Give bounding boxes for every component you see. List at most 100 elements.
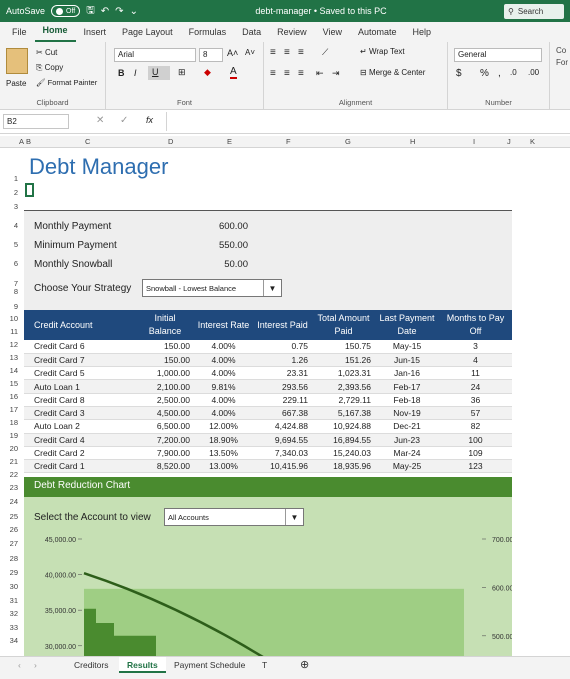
tab-data[interactable]: Data [234, 27, 269, 42]
row-header-24[interactable]: 24 [0, 497, 18, 506]
document-title[interactable]: debt-manager • Saved to this PC [144, 6, 498, 16]
decrease-decimal-icon[interactable]: .00 [528, 68, 539, 77]
tab-review[interactable]: Review [269, 27, 315, 42]
column-header-j[interactable]: J [507, 137, 511, 146]
autosave-toggle[interactable]: Off [51, 5, 81, 17]
decrease-indent-icon[interactable]: ⇤ [316, 68, 324, 79]
column-header-k[interactable]: K [530, 137, 535, 146]
row-header-29[interactable]: 29 [0, 568, 18, 577]
monthly-payment-value[interactable]: 600.00 [188, 221, 248, 232]
align-right-icon[interactable]: ≡ [298, 68, 304, 79]
align-left-icon[interactable]: ≡ [270, 68, 276, 79]
font-color-icon[interactable]: A [230, 66, 237, 79]
increase-decimal-icon[interactable]: .0 [510, 68, 517, 77]
row-header-8[interactable]: 8 [0, 287, 18, 296]
format-as-table-button[interactable]: For [556, 58, 568, 67]
align-bottom-icon[interactable]: ≡ [298, 47, 304, 58]
tab-home[interactable]: Home [34, 25, 76, 42]
row-header-9[interactable]: 9 [0, 302, 18, 311]
tab-automate[interactable]: Automate [350, 27, 405, 42]
align-center-icon[interactable]: ≡ [284, 68, 290, 79]
row-header-1[interactable]: 1 [0, 174, 18, 183]
column-header-d[interactable]: D [168, 137, 173, 146]
row-header-19[interactable]: 19 [0, 431, 18, 440]
tab-page-layout[interactable]: Page Layout [114, 27, 181, 42]
cancel-icon[interactable]: ✕ [96, 115, 104, 126]
row-header-31[interactable]: 31 [0, 596, 18, 605]
row-header-11[interactable]: 11 [0, 327, 18, 336]
row-header-16[interactable]: 16 [0, 392, 18, 401]
sheet-tab-results[interactable]: Results [119, 657, 166, 673]
italic-button[interactable]: I [134, 68, 137, 78]
tab-file[interactable]: File [4, 27, 35, 42]
redo-icon[interactable]: ↷ [115, 6, 123, 17]
column-header-a[interactable]: A [19, 137, 24, 146]
tab-insert[interactable]: Insert [76, 27, 115, 42]
row-header-26[interactable]: 26 [0, 525, 18, 534]
row-header-18[interactable]: 18 [0, 418, 18, 427]
copy-button[interactable]: ⎘ Copy [36, 63, 63, 73]
row-header-34[interactable]: 34 [0, 636, 18, 645]
tab-view[interactable]: View [315, 27, 350, 42]
save-icon[interactable]: 🖫 [86, 3, 95, 20]
row-header-17[interactable]: 17 [0, 405, 18, 414]
wrap-text-button[interactable]: ↵ Wrap Text [360, 47, 405, 56]
selected-cell-b2[interactable] [25, 183, 34, 197]
row-header-28[interactable]: 28 [0, 554, 18, 563]
row-header-20[interactable]: 20 [0, 444, 18, 453]
row-header-22[interactable]: 22 [0, 470, 18, 479]
row-header-30[interactable]: 30 [0, 582, 18, 591]
row-header-10[interactable]: 10 [0, 314, 18, 323]
paste-icon[interactable] [6, 48, 28, 74]
bold-button[interactable]: B [118, 68, 125, 78]
currency-icon[interactable]: $ [456, 68, 462, 79]
row-header-13[interactable]: 13 [0, 353, 18, 362]
chevron-down-icon[interactable]: ▼ [285, 509, 303, 525]
row-header-21[interactable]: 21 [0, 457, 18, 466]
borders-icon[interactable]: ⊞ [178, 67, 186, 78]
row-header-25[interactable]: 25 [0, 512, 18, 521]
row-header-33[interactable]: 33 [0, 623, 18, 632]
formula-input[interactable] [166, 112, 570, 131]
row-header-6[interactable]: 6 [0, 259, 18, 268]
row-header-2[interactable]: 2 [0, 188, 18, 197]
comma-icon[interactable]: , [498, 68, 501, 79]
name-box[interactable]: B2 [3, 114, 69, 129]
row-header-27[interactable]: 27 [0, 539, 18, 548]
row-header-5[interactable]: 5 [0, 240, 18, 249]
column-header-f[interactable]: F [286, 137, 291, 146]
row-header-32[interactable]: 32 [0, 609, 18, 618]
customize-icon[interactable]: ⌄ [130, 6, 138, 17]
column-header-e[interactable]: E [227, 137, 232, 146]
column-header-c[interactable]: C [85, 137, 90, 146]
shrink-font-icon[interactable]: A˅ [245, 48, 255, 57]
paste-button[interactable]: Paste [6, 79, 26, 88]
row-header-12[interactable]: 12 [0, 340, 18, 349]
worksheet[interactable]: Debt Manager Monthly Payment 600.00 Mini… [18, 148, 570, 656]
format-painter-button[interactable]: 🖌 Format Painter [36, 78, 97, 87]
font-name-select[interactable]: Arial [114, 48, 196, 62]
merge-center-button[interactable]: ⊟ Merge & Center [360, 68, 425, 77]
column-header-h[interactable]: H [410, 137, 415, 146]
undo-icon[interactable]: ↶ [101, 6, 109, 17]
insert-function-icon[interactable]: fx [146, 115, 153, 125]
row-header-23[interactable]: 23 [0, 483, 18, 492]
increase-indent-icon[interactable]: ⇥ [332, 68, 340, 79]
font-size-select[interactable]: 8 [199, 48, 223, 62]
column-header-b[interactable]: B [26, 137, 31, 146]
strategy-dropdown[interactable]: Snowball - Lowest Balance ▼ [142, 279, 282, 297]
align-top-icon[interactable]: ≡ [270, 47, 276, 58]
row-header-4[interactable]: 4 [0, 221, 18, 230]
fill-color-icon[interactable]: ◆ [204, 67, 211, 78]
percent-icon[interactable]: % [480, 68, 489, 79]
orientation-icon[interactable]: ⟋ [322, 47, 328, 58]
column-header-g[interactable]: G [345, 137, 351, 146]
add-sheet-icon[interactable]: ⊕ [292, 657, 317, 673]
column-header-i[interactable]: I [473, 137, 475, 146]
sheet-tab-payment-schedule[interactable]: Payment Schedule [166, 657, 253, 673]
align-middle-icon[interactable]: ≡ [284, 47, 290, 58]
grow-font-icon[interactable]: A˄ [227, 48, 238, 58]
number-format-select[interactable]: General [454, 48, 542, 62]
sheet-tab-t[interactable]: T [254, 657, 275, 673]
conditional-formatting-button[interactable]: Co [556, 46, 566, 55]
